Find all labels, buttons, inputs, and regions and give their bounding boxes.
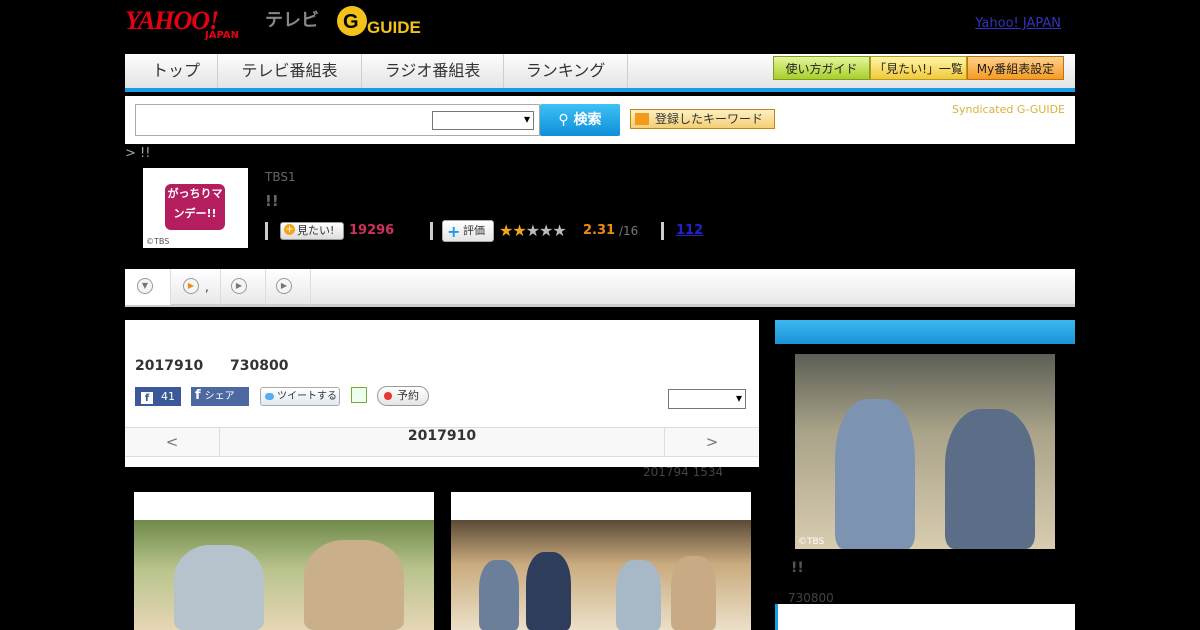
star-icon: ★: [525, 221, 540, 240]
star-icon: ★: [539, 221, 553, 240]
station-name: TBS1: [265, 170, 296, 184]
program-thumbnail: がっちりマンデー!! ©TBS: [143, 168, 248, 248]
svg-text:G: G: [343, 11, 359, 33]
subtab-4[interactable]: ▶: [266, 269, 311, 305]
photo-card[interactable]: [451, 492, 751, 630]
search-category-select[interactable]: [432, 111, 534, 130]
guide-button[interactable]: 使い方ガイド: [773, 56, 870, 80]
date-pager: < 2017910 >: [125, 427, 759, 457]
side-next-block: [775, 604, 1075, 630]
rating-count: /16: [619, 224, 639, 238]
episode-photo: [134, 520, 434, 630]
search-bar: ⚲ 検索 登録したキーワード Syndicated G-GUIDE: [125, 96, 1075, 144]
side-number: 730800: [788, 591, 834, 605]
mitai-count: 19296: [349, 223, 395, 238]
syndicated-logo: Syndicated G-GUIDE: [952, 103, 1065, 116]
reserve-button[interactable]: 予約: [377, 386, 429, 406]
tab-ranking[interactable]: ランキング: [504, 54, 628, 88]
play-icon: ▶: [183, 278, 199, 294]
person-figure: [304, 540, 404, 630]
episode-date: 2017910: [135, 358, 204, 374]
tweet-button[interactable]: ツイートする: [260, 387, 340, 406]
episode-number: 730800: [230, 358, 289, 374]
facebook-icon: f: [141, 392, 153, 404]
facebook-icon: f: [195, 388, 201, 403]
add-calendar-icon[interactable]: [351, 387, 367, 403]
side-title: !!: [791, 560, 804, 576]
program-subtabs: ▼ ▶ , ▶ ▶: [125, 269, 1075, 307]
mitai-button[interactable]: 見たい!: [280, 222, 344, 240]
search-button-label: 検索: [573, 112, 602, 128]
play-icon: ▶: [231, 278, 247, 294]
divider: [265, 222, 268, 240]
tab-top[interactable]: トップ: [135, 54, 218, 88]
updated-timestamp: 201794 1534: [643, 465, 724, 479]
yahoo-japan-sub: JAPAN: [205, 30, 239, 41]
episode-select[interactable]: [668, 389, 746, 409]
chevron-down-icon: ▼: [137, 278, 153, 294]
review-count-link[interactable]: 112: [676, 223, 703, 238]
my-schedule-button[interactable]: My番組表設定: [967, 56, 1064, 80]
episode-panel: 2017910 730800 f41 fシェア ツイートする 予約 < 2017…: [125, 320, 759, 467]
search-button[interactable]: ⚲ 検索: [540, 104, 620, 136]
divider: [661, 222, 664, 240]
search-icon: ⚲: [558, 112, 569, 128]
mitai-list-button[interactable]: 「見たい!」一覧: [870, 56, 967, 80]
svg-text:GUIDE: GUIDE: [367, 18, 421, 37]
tab-radio-schedule[interactable]: ラジオ番組表: [362, 54, 504, 88]
divider: [430, 222, 433, 240]
next-date-button[interactable]: >: [664, 428, 759, 456]
facebook-like-button[interactable]: f 41: [135, 387, 181, 406]
episode-photo: [451, 520, 751, 630]
gguide-logo[interactable]: G GUIDE: [335, 4, 435, 38]
person-figure: [835, 399, 915, 549]
share-label: シェア: [204, 391, 235, 402]
person-figure: [945, 409, 1035, 549]
program-stats: 見たい! 19296 評価 ★★★★★ 2.31 /16 112: [265, 220, 1065, 242]
star-icon: ★: [512, 221, 526, 240]
person-figure: [671, 556, 716, 630]
keyword-button-label: 登録したキーワード: [655, 112, 764, 126]
side-header: [775, 320, 1075, 344]
facebook-count: 41: [161, 390, 175, 403]
thumb-credit: ©TBS: [146, 237, 170, 246]
breadcrumb: > !!: [125, 146, 151, 161]
tv-label: テレビ: [265, 10, 319, 31]
tab-tv-schedule[interactable]: テレビ番組表: [218, 54, 362, 88]
star-icon: ★: [499, 221, 513, 240]
photo-card[interactable]: [134, 492, 434, 630]
pager-date: 2017910: [407, 428, 477, 444]
subtab-1[interactable]: ▼: [125, 269, 171, 305]
play-icon: ▶: [276, 278, 292, 294]
person-figure: [616, 560, 661, 630]
rating-score: 2.31: [583, 223, 616, 238]
photo-credit: ©TBS: [798, 537, 825, 547]
person-figure: [174, 545, 264, 630]
rating-stars: ★★★★★: [499, 221, 567, 240]
rate-button[interactable]: 評価: [442, 220, 494, 242]
facebook-share-button[interactable]: f シェア: [191, 387, 249, 406]
hosts-photo[interactable]: ©TBS: [795, 354, 1055, 549]
prev-date-button[interactable]: <: [125, 428, 220, 456]
side-column: ©TBS !! 730800: [775, 320, 1075, 630]
person-figure: [479, 560, 519, 630]
keyword-icon: [635, 113, 649, 125]
main-nav: トップ テレビ番組表 ラジオ番組表 ランキング 使い方ガイド 「見たい!」一覧 …: [125, 54, 1075, 92]
page: YAHOO! JAPAN テレビ G GUIDE Yahoo! JAPAN トッ…: [125, 0, 1075, 630]
yahoo-japan-link[interactable]: Yahoo! JAPAN: [975, 16, 1061, 31]
subtab-2[interactable]: ▶ ,: [171, 269, 221, 305]
subtab-label: ,: [205, 280, 209, 294]
keyword-button[interactable]: 登録したキーワード: [630, 109, 775, 129]
program-title: !!: [265, 192, 279, 210]
person-figure: [526, 552, 571, 630]
program-logo: がっちりマンデー!!: [165, 184, 225, 230]
subtab-3[interactable]: ▶: [221, 269, 266, 305]
star-icon: ★: [552, 221, 566, 240]
